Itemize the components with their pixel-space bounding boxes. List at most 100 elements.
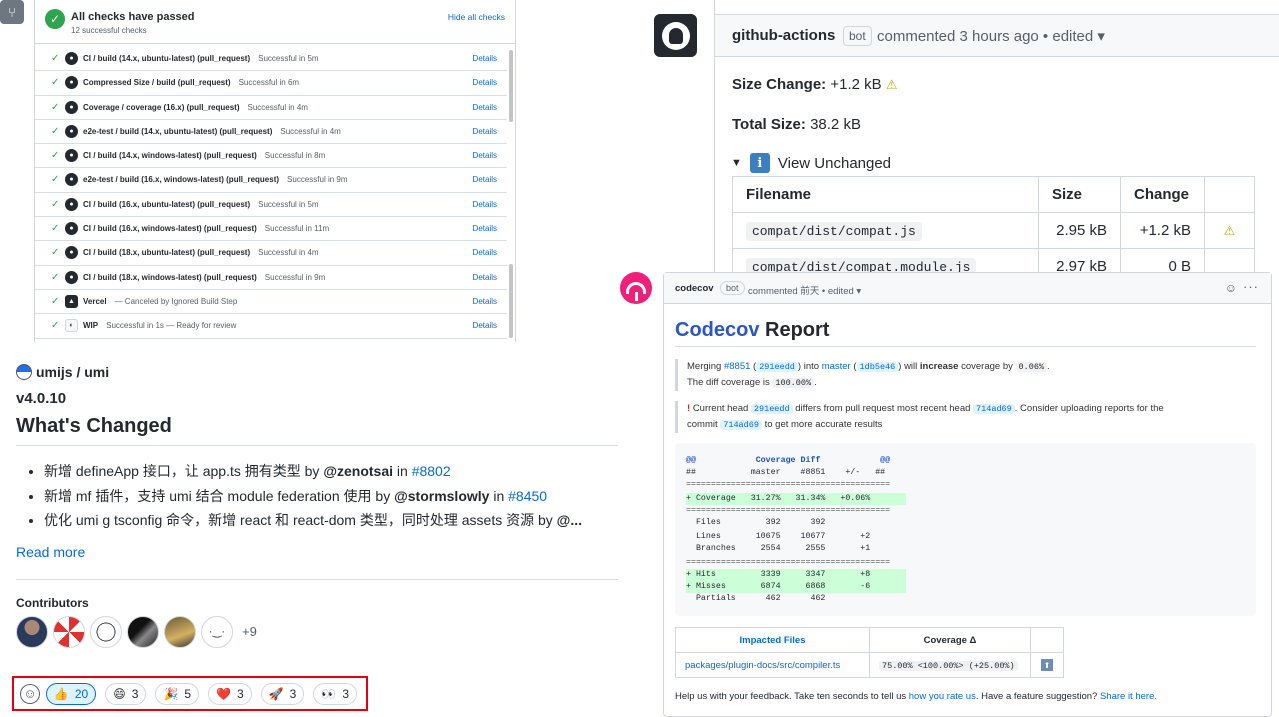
check-details-link[interactable]: Details bbox=[473, 175, 497, 184]
check-details-link[interactable]: Details bbox=[473, 78, 497, 87]
check-status: Successful in 9m bbox=[264, 272, 326, 282]
rate-us-link[interactable]: how you rate us bbox=[909, 691, 976, 702]
add-reaction-icon[interactable]: ☺ bbox=[20, 683, 40, 704]
th-change: Change bbox=[1120, 176, 1205, 213]
th-impacted-files[interactable]: Impacted Files bbox=[675, 627, 870, 653]
commit-chip[interactable]: 291eedd bbox=[756, 362, 798, 372]
diff-line: Partials 462 462 bbox=[686, 594, 826, 603]
bot-badge: bot bbox=[720, 281, 745, 295]
diff-line: Branches 2554 2555 +1 bbox=[686, 544, 871, 553]
repo-name: umijs / umi bbox=[36, 364, 110, 380]
warning-icon: ⚠ bbox=[885, 77, 898, 92]
reaction-emoji-icon: 👍 bbox=[53, 686, 69, 701]
reaction-button[interactable]: ❤️ 3 bbox=[208, 682, 252, 705]
arrow-up-icon[interactable]: ⬆ bbox=[1041, 659, 1053, 671]
commit-chip[interactable]: 714ad69 bbox=[720, 420, 762, 430]
checks-header: ✓ All checks have passed 12 successful c… bbox=[35, 0, 515, 44]
commit-chip[interactable]: 714ad69 bbox=[973, 404, 1015, 414]
coverage-chip: 75.00% <100.00%> (+25.00%) bbox=[879, 660, 1018, 671]
avatar[interactable] bbox=[90, 615, 122, 648]
head-warning: ! Current head 291eedd differs from pull… bbox=[675, 401, 1164, 433]
impacted-file-link[interactable]: packages/plugin-docs/src/compiler.ts bbox=[675, 652, 870, 678]
reaction-emoji-icon: 🚀 bbox=[268, 686, 284, 701]
diff-line: ========================================… bbox=[686, 506, 891, 515]
share-it-link[interactable]: Share it here. bbox=[1100, 691, 1157, 702]
check-icon: ✓ bbox=[51, 223, 60, 235]
text: Help us with your feedback. Take ten sec… bbox=[675, 691, 909, 702]
size-change-value: +1.2 kB bbox=[830, 76, 882, 93]
branch-link[interactable]: master bbox=[822, 361, 851, 372]
reaction-button[interactable]: 🚀 3 bbox=[260, 682, 305, 705]
check-name: CI / build (14.x, ubuntu-latest) (pull_r… bbox=[83, 54, 319, 63]
cell-filename: compat/dist/compat.js bbox=[732, 212, 1039, 249]
avatar[interactable] bbox=[16, 615, 48, 648]
diff-line: ## master #8851 +/- ## bbox=[686, 468, 886, 477]
comment-meta[interactable]: commented 前天 • edited ▾ bbox=[748, 283, 861, 297]
th-filename: Filename bbox=[732, 176, 1039, 213]
avatar[interactable] bbox=[127, 615, 159, 648]
total-size-value: 38.2 kB bbox=[810, 116, 861, 133]
text: to get more accurate results bbox=[761, 419, 883, 430]
github-icon: ● bbox=[65, 100, 78, 114]
change-pr-link[interactable]: #8450 bbox=[508, 488, 547, 504]
checks-scrollbar[interactable] bbox=[509, 48, 513, 340]
release-version[interactable]: v4.0.10 bbox=[16, 390, 618, 407]
check-details-link[interactable]: Details bbox=[473, 127, 497, 136]
github-actions-avatar[interactable] bbox=[654, 14, 697, 57]
check-details-link[interactable]: Details bbox=[473, 200, 497, 209]
reaction-button[interactable]: 😄 3 bbox=[105, 682, 147, 705]
change-item: 新增 mf 插件，支持 umi 结合 module federation 使用 … bbox=[44, 486, 618, 511]
check-icon: ✓ bbox=[51, 125, 60, 137]
read-more-link[interactable]: Read more bbox=[16, 544, 618, 560]
check-details-link[interactable]: Details bbox=[473, 321, 497, 330]
change-author[interactable]: @stormslowly bbox=[394, 488, 489, 504]
report-title: Codecov Report bbox=[675, 319, 829, 342]
avatar[interactable]: ·‿· bbox=[201, 615, 233, 648]
comment-meta[interactable]: commented 3 hours ago • edited ▾ bbox=[877, 27, 1105, 45]
change-author[interactable]: @... bbox=[557, 512, 582, 528]
check-details-link[interactable]: Details bbox=[473, 248, 497, 257]
commit-chip[interactable]: 1db5e46 bbox=[856, 362, 899, 372]
text: increase bbox=[919, 361, 959, 372]
reaction-button[interactable]: 🎉 5 bbox=[155, 682, 200, 705]
comment-author[interactable]: github-actions bbox=[732, 27, 835, 44]
more-options-icon[interactable]: ··· bbox=[1243, 279, 1259, 294]
view-unchanged-toggle[interactable]: ▼ i View Unchanged bbox=[731, 153, 891, 173]
check-name: Compressed Size / build (pull_request) Su… bbox=[83, 78, 299, 87]
github-icon: ● bbox=[65, 173, 78, 187]
text: differs from pull request most recent he… bbox=[792, 403, 974, 414]
repo-link[interactable]: umijs / umi bbox=[16, 360, 618, 384]
hide-all-checks-link[interactable]: Hide all checks bbox=[448, 12, 505, 22]
check-name: CI / build (18.x, windows-latest) (pull_… bbox=[83, 273, 325, 282]
avatar[interactable] bbox=[53, 615, 85, 648]
checks-panel: ✓ All checks have passed 12 successful c… bbox=[34, 0, 516, 342]
check-details-link[interactable]: Details bbox=[473, 103, 497, 112]
reaction-emoji-icon: ❤️ bbox=[216, 686, 232, 701]
th-size: Size bbox=[1038, 176, 1121, 213]
check-details-link[interactable]: Details bbox=[473, 273, 497, 282]
check-row: ✓ ● CI / build (18.x, windows-latest) (pul… bbox=[35, 266, 507, 290]
text: . Have a feature suggestion? bbox=[975, 691, 1100, 702]
check-details-link[interactable]: Details bbox=[473, 297, 497, 306]
comment-author[interactable]: codecov bbox=[675, 283, 714, 294]
size-table: Filename Size Change compat/dist/compat.… bbox=[732, 176, 1255, 285]
checks-title: All checks have passed bbox=[71, 11, 195, 23]
check-details-link[interactable]: Details bbox=[473, 54, 497, 63]
check-details-link[interactable]: Details bbox=[473, 151, 497, 160]
check-row: ✓ ● CI / build (16.x, windows-latest) (pul… bbox=[35, 217, 507, 242]
more-contributors[interactable]: +9 bbox=[242, 624, 257, 639]
change-pr-link[interactable]: #8802 bbox=[412, 463, 451, 479]
pr-link[interactable]: #8851 bbox=[724, 361, 750, 372]
change-author[interactable]: @zenotsai bbox=[323, 463, 393, 479]
smiley-icon[interactable]: ☺ bbox=[1225, 281, 1237, 295]
commit-chip[interactable]: 291eedd bbox=[750, 404, 793, 414]
reaction-button[interactable]: 👍 20 bbox=[45, 682, 97, 705]
checks-subtitle: 12 successful checks bbox=[71, 26, 147, 35]
codecov-avatar[interactable] bbox=[620, 272, 652, 304]
diff-line: Lines 10675 10677 +2 bbox=[686, 532, 871, 541]
avatar[interactable] bbox=[164, 615, 196, 648]
check-details-link[interactable]: Details bbox=[473, 224, 497, 233]
check-title: e2e-test / build (16.x, windows-latest) … bbox=[83, 175, 280, 185]
reaction-button[interactable]: 👀 3 bbox=[313, 682, 357, 705]
codecov-brand[interactable]: Codecov bbox=[675, 319, 759, 341]
